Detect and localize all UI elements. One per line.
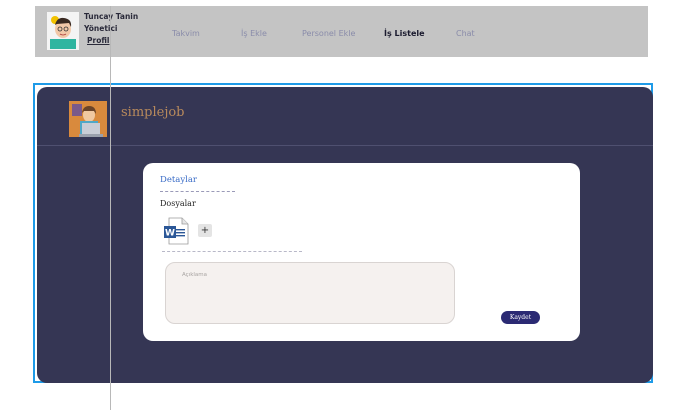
top-navigation-bar: Tuncay Tanin Yönetici Profil Takvim İş E… xyxy=(35,6,648,57)
header-divider xyxy=(37,145,653,146)
guide-line xyxy=(110,6,111,410)
nav-item-personel-ekle[interactable]: Personel Ekle xyxy=(302,29,355,38)
files-label: Dosyalar xyxy=(160,199,196,208)
person-laptop-icon xyxy=(69,101,107,137)
save-button[interactable]: Kaydet xyxy=(501,311,540,324)
description-textarea[interactable]: Açıklama xyxy=(165,262,455,324)
profile-link[interactable]: Profil xyxy=(87,35,109,47)
title-divider xyxy=(160,191,235,192)
svg-text:W: W xyxy=(165,229,175,239)
avatar-illustration-icon xyxy=(50,16,76,49)
nav-item-is-listele[interactable]: İş Listele xyxy=(384,29,425,38)
add-file-button[interactable]: + xyxy=(198,224,212,237)
details-card: Detaylar Dosyalar W + Açıklama Kaydet xyxy=(143,163,580,341)
user-name: Tuncay Tanin xyxy=(84,12,139,21)
user-info: Tuncay Tanin Yönetici Profil xyxy=(84,11,138,47)
brand-name: simplejob xyxy=(121,105,185,120)
nav-item-chat[interactable]: Chat xyxy=(456,29,475,38)
description-placeholder: Açıklama xyxy=(182,272,208,278)
card-title: Detaylar xyxy=(160,175,197,185)
main-panel: simplejob Detaylar Dosyalar W + Açıklama… xyxy=(37,87,653,383)
brand-logo xyxy=(69,101,107,137)
nav-item-is-ekle[interactable]: İş Ekle xyxy=(241,29,267,38)
word-document-icon[interactable]: W xyxy=(163,217,189,245)
selected-frame: simplejob Detaylar Dosyalar W + Açıklama… xyxy=(33,83,653,383)
files-divider xyxy=(162,251,302,252)
user-role: Yönetici xyxy=(84,24,118,33)
user-avatar[interactable] xyxy=(47,12,79,50)
nav-item-takvim[interactable]: Takvim xyxy=(172,29,200,38)
